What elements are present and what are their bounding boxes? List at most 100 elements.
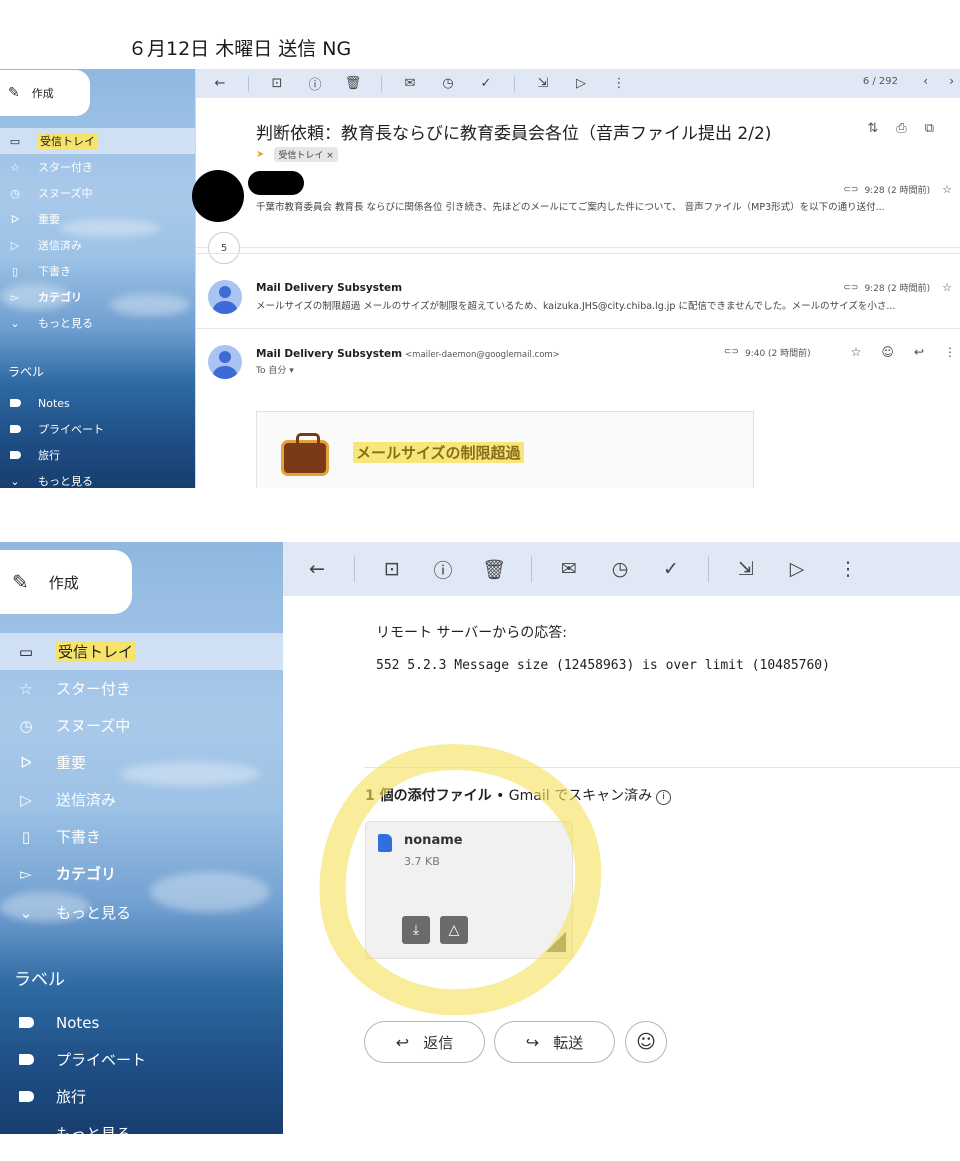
thread-pane: ← ⊡ ⓘ 🗑 ✉ ◷ ✓ ⇲ ▷ ⋮ 6 / 292 ‹ › 判断依頼：教育長… [192,69,960,488]
bounce-notice-card: メールサイズの制限超過 [256,411,754,488]
message-actions: ⊂⊃ 9:40 (2 時間前) ☆ ☺ ↩ ⋮ [723,345,956,359]
snooze-icon[interactable]: ◷ [438,74,458,94]
snooze-icon[interactable]: ◷ [606,555,634,583]
star-icon[interactable]: ☆ [942,281,952,294]
add-task-icon[interactable]: ✓ [657,555,685,583]
attachment-name: noname [404,833,463,848]
mark-unread-icon[interactable]: ✉ [400,74,420,94]
more-vert-icon[interactable]: ⋮ [834,555,862,583]
expand-icon[interactable]: ⇅ [867,121,896,136]
important-icon: ᐅ [10,212,20,226]
forward-button[interactable]: ↪ 転送 [494,1021,615,1063]
back-arrow-icon[interactable]: ← [210,74,230,94]
category-icon: ▻ [20,864,32,883]
emoji-icon[interactable]: ☺ [881,345,894,359]
message-snippet[interactable]: メールサイズの制限超過 メールのサイズが制限を超えているため、kaizuka.J… [256,298,956,312]
report-spam-icon[interactable]: ⓘ [305,74,325,94]
move-to-icon[interactable]: ⇲ [533,74,553,94]
draft-icon: ▯ [21,827,31,846]
label-icon [6,425,24,433]
star-icon[interactable]: ☆ [851,345,862,359]
inbox-icon: ▭ [18,642,34,661]
attachment-card[interactable]: noname 3.7 KB ⤓ △ [365,821,573,959]
back-arrow-icon[interactable]: ← [303,555,331,583]
suitcase-icon [281,433,329,476]
chevron-down-icon: ⌄ [19,1124,33,1135]
label-icon [6,399,24,407]
star-icon: ☆ [10,160,20,174]
screenshot-caption: ６月12日 木曜日 送信 NG [128,38,352,60]
message-toolbar: ← ⊡ ⓘ 🗑 ✉ ◷ ✓ ⇲ ▷ ⋮ [283,542,960,596]
send-icon: ▷ [20,790,32,809]
redacted-avatar [192,170,244,222]
label-icon[interactable]: ▷ [783,555,811,583]
reply-icon: ↩ [395,1032,410,1052]
pencil-icon: ✎ [12,570,29,594]
avatar [208,345,242,379]
gmail-thread-screenshot: ✎ 作成 ▭ 受信トレイ ☆ スター付き ◷ スヌーズ中 ᐅ 重要 ▷ 送信済み… [0,69,960,488]
move-to-icon[interactable]: ⇲ [732,555,760,583]
label-icon [6,451,24,459]
more-vert-icon[interactable]: ⋮ [609,74,629,94]
print-icon[interactable]: ⎙ [896,121,924,136]
message-meta: ⊂⊃ 9:28 (2 時間前) ☆ [843,183,952,196]
message-snippet[interactable]: 千葉市教育委員会 教育長 ならびに関係各位 引き続き、先ほどのメールにてご案内し… [256,199,956,213]
forward-icon: ↪ [525,1032,540,1052]
attachment-size: 3.7 KB [404,855,440,868]
file-icon [378,834,392,852]
recipient-dropdown[interactable]: To 自分 ▾ [256,363,294,376]
save-to-drive-icon[interactable]: △ [440,916,468,944]
chevron-right-icon[interactable]: › [949,74,954,88]
compose-button[interactable]: ✎ 作成 [0,550,132,614]
sender-address: <mailer-daemon@googlemail.com> [405,350,560,360]
more-vert-icon[interactable]: ⋮ [944,345,956,359]
star-icon: ☆ [19,679,33,698]
open-new-window-icon[interactable]: ⧉ [925,121,952,136]
avatar [208,280,242,314]
page-count: 6 / 292 [862,76,898,87]
clock-icon: ◷ [19,716,33,735]
chevron-down-icon: ⌄ [10,474,20,488]
archive-icon[interactable]: ⊡ [267,74,287,94]
add-task-icon[interactable]: ✓ [476,74,496,94]
message-sender: Mail Delivery Subsystem [256,282,403,294]
label-icon [14,1054,38,1065]
inbox-icon: ▭ [9,134,21,148]
page-fold-icon [546,932,566,952]
message-pane: ← ⊡ ⓘ 🗑 ✉ ◷ ✓ ⇲ ▷ ⋮ リモート サーバーからの応答: 552 … [283,542,960,1134]
compose-button[interactable]: ✎ 作成 [0,70,90,116]
thread-label: ➤ 受信トレイ × [256,147,338,162]
compose-label: 作成 [48,573,79,592]
send-icon: ▷ [10,238,20,252]
remote-server-response: 552 5.2.3 Message size (12458963) is ove… [376,658,830,673]
chevron-left-icon[interactable]: ‹ [923,74,928,88]
chevron-down-icon: ⌄ [10,316,20,330]
info-icon[interactable]: i [656,790,672,805]
thread-toolbar: ← ⊡ ⓘ 🗑 ✉ ◷ ✓ ⇲ ▷ ⋮ 6 / 292 ‹ › [196,69,960,98]
star-icon[interactable]: ☆ [942,183,952,196]
pencil-icon: ✎ [8,85,20,101]
bounce-title: メールサイズの制限超過 [353,442,524,463]
attachment-clip-icon: ⊂⊃ [843,282,859,293]
message-meta: ⊂⊃ 9:28 (2 時間前) ☆ [843,281,952,294]
reply-icon[interactable]: ↩ [914,345,924,359]
mark-unread-icon[interactable]: ✉ [555,555,583,583]
trash-icon[interactable]: 🗑 [343,74,363,94]
download-icon[interactable]: ⤓ [402,916,430,944]
archive-icon[interactable]: ⊡ [378,555,406,583]
subject-tools: ⇅⎙⧉ [867,121,952,136]
important-icon: ᐅ [20,753,32,772]
trash-icon[interactable]: 🗑 [480,555,508,583]
draft-icon: ▯ [11,264,19,278]
attachment-clip-icon: ⊂⊃ [723,347,739,357]
label-icon[interactable]: ▷ [571,74,591,94]
thread-subject: 判断依頼：教育長ならびに教育委員会各位（音声ファイル提出 2/2) [256,124,772,144]
gmail-bounce-detail-screenshot: ✎ 作成 ▭ 受信トレイ ☆ スター付き ◷ スヌーズ中 ᐅ 重要 ▷ 送信済み… [0,542,960,1134]
collapsed-messages-count[interactable]: 5 [208,232,240,264]
importance-marker-icon[interactable]: ➤ [256,149,264,160]
report-spam-icon[interactable]: ⓘ [429,555,457,583]
inbox-label-chip[interactable]: 受信トレイ × [274,147,338,162]
reply-button[interactable]: ↩ 返信 [364,1021,485,1063]
emoji-reaction-button[interactable]: ☺ [625,1021,667,1063]
message-sender: Mail Delivery Subsystem <mailer-daemon@go… [256,348,560,360]
